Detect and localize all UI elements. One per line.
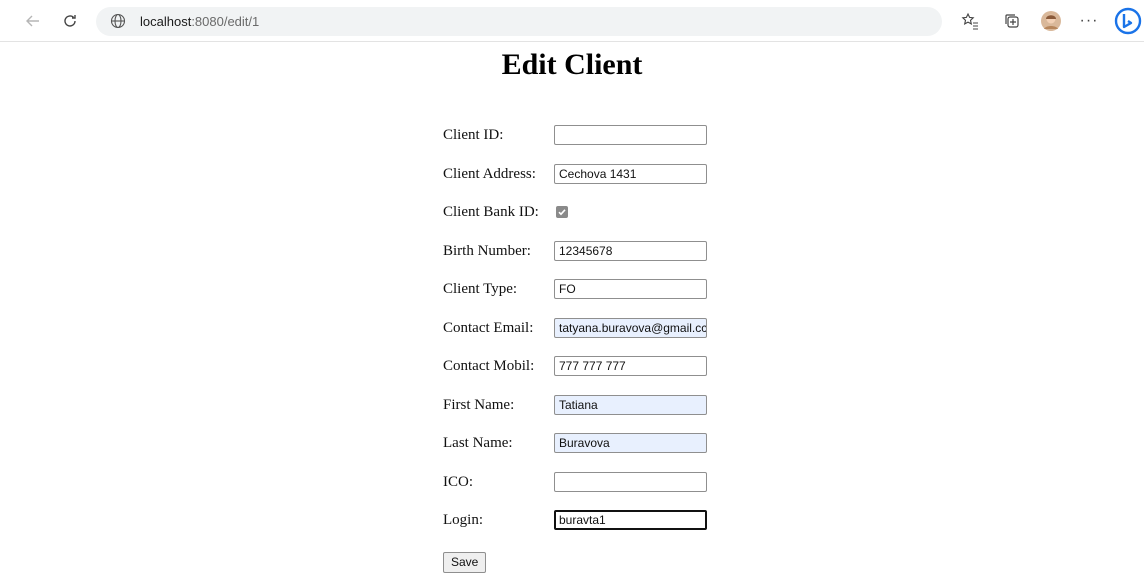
browser-toolbar: localhost:8080/edit/1 ··· bbox=[0, 0, 1144, 42]
url-host: localhost bbox=[140, 14, 192, 29]
login-label: Login: bbox=[443, 512, 483, 528]
client-address-label: Client Address: bbox=[443, 165, 536, 182]
collections-icon[interactable] bbox=[1000, 9, 1024, 33]
back-arrow-icon[interactable] bbox=[21, 9, 45, 33]
ico-input[interactable] bbox=[554, 471, 707, 492]
favorites-star-icon[interactable] bbox=[958, 9, 982, 33]
address-bar[interactable]: localhost:8080/edit/1 bbox=[96, 7, 942, 36]
globe-icon bbox=[110, 13, 128, 31]
contact-mobil-input[interactable]: 777 777 777 bbox=[554, 356, 707, 376]
profile-avatar-icon[interactable] bbox=[1039, 9, 1063, 33]
checkmark-icon bbox=[558, 209, 566, 216]
contact-email-input[interactable]: tatyana.buravova@gmail.cc bbox=[554, 317, 707, 338]
contact-mobil-label: Contact Mobil: bbox=[443, 358, 535, 374]
refresh-icon[interactable] bbox=[58, 9, 82, 33]
first-name-label: First Name: bbox=[443, 396, 515, 413]
client-id-label: Client ID: bbox=[443, 127, 504, 143]
contact-email-label: Contact Email: bbox=[443, 319, 534, 336]
client-bank-id-checkbox[interactable] bbox=[556, 206, 568, 218]
birth-number-label: Birth Number: bbox=[443, 242, 531, 259]
page-title: Edit Client bbox=[501, 48, 643, 81]
last-name-input[interactable]: Buravova bbox=[554, 433, 707, 453]
more-menu-icon[interactable]: ··· bbox=[1077, 9, 1101, 33]
first-name-input[interactable]: Tatiana bbox=[554, 394, 707, 415]
client-bank-id-label: Client Bank ID: bbox=[443, 204, 539, 220]
client-address-input[interactable]: Cechova 1431 bbox=[554, 163, 707, 184]
login-input[interactable]: buravta1 bbox=[554, 510, 707, 530]
ico-label: ICO: bbox=[443, 473, 473, 490]
url-path: :8080/edit/1 bbox=[191, 14, 260, 29]
client-type-input[interactable]: FO bbox=[554, 279, 707, 299]
last-name-label: Last Name: bbox=[443, 435, 513, 451]
client-id-input[interactable] bbox=[554, 125, 707, 145]
birth-number-input[interactable]: 12345678 bbox=[554, 240, 707, 261]
bing-icon[interactable] bbox=[1113, 6, 1143, 36]
client-type-label: Client Type: bbox=[443, 281, 518, 297]
save-button[interactable]: Save bbox=[443, 552, 487, 573]
